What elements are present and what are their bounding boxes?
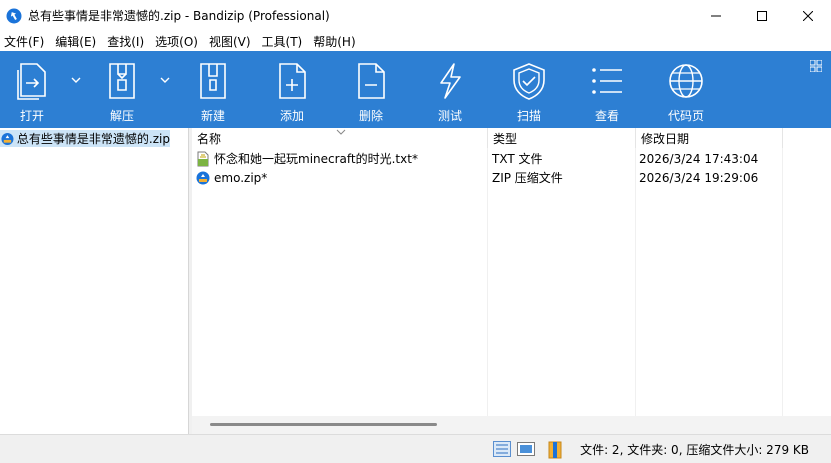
column-divider	[782, 148, 783, 416]
add-file-icon	[279, 63, 306, 99]
column-header-name[interactable]: 名称	[192, 128, 488, 148]
menu-help[interactable]: 帮助(H)	[309, 33, 362, 50]
new-button[interactable]: 新建	[181, 51, 245, 128]
zip-file-icon	[196, 171, 210, 184]
file-type: ZIP 压缩文件	[492, 171, 563, 185]
tree-item-archive[interactable]: 总有些事情是非常遗憾的.zip	[0, 130, 170, 147]
open-icon	[17, 63, 46, 100]
column-date-label: 修改日期	[641, 131, 690, 146]
tree-item-label: 总有些事情是非常遗憾的.zip	[16, 132, 170, 146]
open-button[interactable]: 打开	[0, 51, 64, 128]
column-name-label: 名称	[197, 131, 222, 146]
minimize-icon	[711, 15, 721, 16]
details-view-icon[interactable]	[493, 441, 511, 457]
open-label: 打开	[19, 109, 44, 123]
text-file-icon	[197, 151, 209, 166]
archive-info-icon[interactable]	[547, 441, 565, 459]
test-label: 测试	[437, 109, 462, 123]
folder-tree: 总有些事情是非常遗憾的.zip	[0, 128, 189, 434]
table-row[interactable]: emo.zip* ZIP 压缩文件 2026/3/24 19:29:06	[192, 168, 831, 187]
preview-view-icon[interactable]	[517, 441, 535, 457]
list-view-icon	[592, 68, 622, 94]
sort-chevron-icon	[336, 129, 346, 135]
delete-label: 删除	[358, 109, 383, 123]
delete-file-icon	[358, 63, 385, 99]
close-icon	[803, 10, 813, 21]
extract-button[interactable]: 解压	[90, 51, 154, 128]
file-date: 2026/3/24 19:29:06	[639, 170, 759, 185]
menu-view[interactable]: 视图(V)	[205, 33, 258, 50]
column-header-date[interactable]: 修改日期	[636, 128, 783, 148]
scan-button[interactable]: 扫描	[497, 51, 561, 128]
title-bar: 总有些事情是非常遗憾的.zip - Bandizip (Professional…	[0, 0, 831, 31]
file-name: 怀念和她一起玩minecraft的时光.txt*	[214, 152, 418, 166]
toolbar: 打开 解压 新建 添加 删除 测试 扫描 查看 代码页	[0, 51, 831, 128]
add-label: 添加	[279, 109, 304, 123]
status-bar: 文件: 2, 文件夹: 0, 压缩文件大小: 279 KB	[0, 434, 831, 463]
menu-tools[interactable]: 工具(T)	[258, 33, 310, 50]
menu-bar: 文件(F) 编辑(E) 查找(I) 选项(O) 视图(V) 工具(T) 帮助(H…	[0, 31, 831, 51]
file-list: 名称 类型 修改日期 怀念和她一起玩minecraft的时光.txt* TXT …	[192, 128, 831, 434]
extract-dropdown-chevron-icon[interactable]	[158, 73, 172, 87]
maximize-icon	[757, 10, 767, 21]
menu-edit[interactable]: 编辑(E)	[51, 33, 103, 50]
column-divider	[635, 148, 636, 416]
scrollbar-thumb[interactable]	[210, 423, 437, 426]
status-summary: 文件: 2, 文件夹: 0, 压缩文件大小: 279 KB	[580, 443, 809, 457]
delete-button[interactable]: 删除	[339, 51, 403, 128]
minimize-button[interactable]	[693, 0, 739, 31]
window-title: 总有些事情是非常遗憾的.zip - Bandizip (Professional…	[28, 9, 330, 23]
add-button[interactable]: 添加	[260, 51, 324, 128]
column-type-label: 类型	[493, 131, 518, 146]
new-archive-icon	[200, 63, 226, 99]
shield-check-icon	[513, 63, 545, 100]
codepage-button[interactable]: 代码页	[654, 51, 718, 128]
open-dropdown-chevron-icon[interactable]	[69, 73, 83, 87]
menu-find[interactable]: 查找(I)	[103, 33, 151, 50]
file-date: 2026/3/24 17:43:04	[639, 151, 759, 166]
column-header-type[interactable]: 类型	[488, 128, 636, 148]
layout-grid-icon[interactable]	[810, 60, 822, 72]
lightning-icon	[440, 63, 461, 99]
menu-file[interactable]: 文件(F)	[0, 33, 51, 50]
file-name: emo.zip*	[214, 170, 268, 185]
menu-options[interactable]: 选项(O)	[151, 33, 205, 50]
extract-label: 解压	[109, 109, 134, 123]
test-button[interactable]: 测试	[418, 51, 482, 128]
table-row[interactable]: 怀念和她一起玩minecraft的时光.txt* TXT 文件 2026/3/2…	[192, 149, 831, 168]
view-label: 查看	[594, 109, 619, 123]
file-type: TXT 文件	[492, 152, 543, 166]
zip-archive-icon	[1, 132, 14, 145]
extract-zip-icon	[109, 63, 135, 99]
codepage-label: 代码页	[667, 109, 704, 123]
bandizip-app-icon	[6, 8, 22, 23]
view-button[interactable]: 查看	[575, 51, 639, 128]
globe-icon	[669, 64, 703, 98]
maximize-button[interactable]	[739, 0, 785, 31]
horizontal-scrollbar[interactable]	[192, 416, 831, 434]
scan-label: 扫描	[516, 109, 541, 123]
close-button[interactable]	[785, 0, 831, 31]
column-divider	[487, 148, 488, 416]
new-label: 新建	[200, 109, 225, 123]
